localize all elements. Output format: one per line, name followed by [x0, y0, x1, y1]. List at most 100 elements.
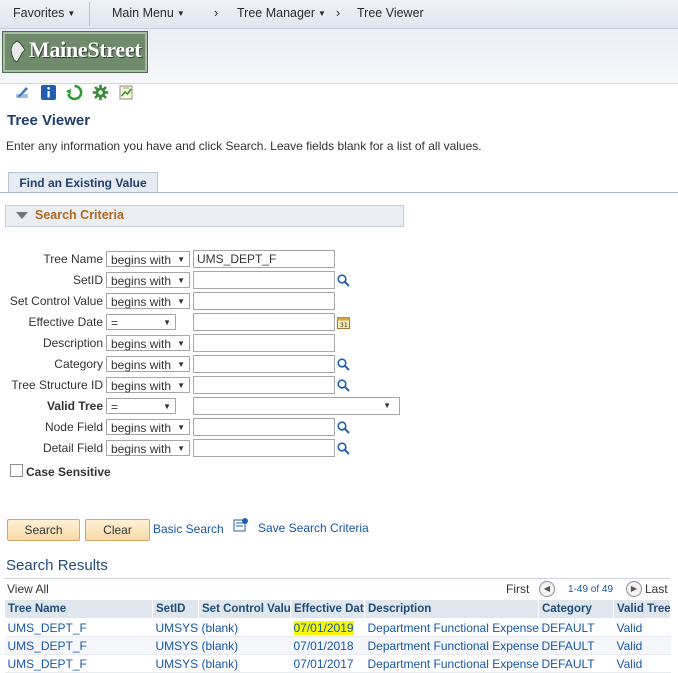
save-search-icon[interactable]: [233, 517, 249, 533]
column-header-effective-date[interactable]: Effective Date: [290, 599, 365, 619]
detail-field-label: Detail Field: [42, 441, 103, 455]
node-field-input[interactable]: [193, 418, 335, 436]
maine-map-icon: [10, 40, 26, 63]
column-header-setid[interactable]: SetID: [152, 599, 199, 619]
cell-set-control-value[interactable]: (blank): [198, 618, 291, 637]
cell-effective-date[interactable]: 07/01/2019: [290, 618, 365, 637]
search-button[interactable]: Search: [7, 519, 80, 541]
setid-input[interactable]: [193, 271, 335, 289]
detail-field-operator-select[interactable]: begins with ▼: [106, 440, 190, 456]
favorites-menu[interactable]: Favorites ▼: [13, 6, 75, 20]
effective-date-operator-select[interactable]: = ▼: [106, 314, 176, 330]
search-criteria-label: Search Criteria: [35, 208, 124, 222]
lookup-search-icon[interactable]: [337, 442, 350, 455]
edit-pencil-icon[interactable]: [14, 84, 31, 101]
clear-button[interactable]: Clear: [85, 519, 150, 541]
column-header-category[interactable]: Category: [538, 599, 614, 619]
cell-effective-date[interactable]: 07/01/2018: [290, 636, 365, 655]
calendar-icon[interactable]: 31: [337, 316, 350, 329]
breadcrumb-separator-icon: ›: [336, 6, 341, 20]
valid-tree-operator-select[interactable]: = ▼: [106, 398, 176, 414]
table-header-row: Tree Name SetID Set Control Value Effect…: [4, 599, 671, 619]
instructions-text: Enter any information you have and click…: [6, 139, 482, 153]
save-search-criteria-link[interactable]: Save Search Criteria: [258, 521, 369, 535]
previous-page-icon[interactable]: ◀: [539, 581, 555, 597]
operator-value: begins with: [111, 379, 172, 393]
refresh-icon[interactable]: [66, 84, 83, 101]
search-results-title: Search Results: [6, 557, 108, 574]
search-criteria-header[interactable]: Search Criteria: [5, 205, 404, 227]
cell-tree-name[interactable]: UMS_DEPT_F: [4, 618, 153, 637]
lookup-search-icon[interactable]: [337, 358, 350, 371]
first-page-label: First: [506, 582, 530, 596]
detail-field-input[interactable]: [193, 439, 335, 457]
valid-tree-value-select[interactable]: ▼: [193, 397, 400, 415]
cell-valid-tree[interactable]: Valid: [613, 618, 671, 637]
gear-icon[interactable]: [92, 84, 109, 101]
cell-description[interactable]: Department Functional Expense: [364, 636, 539, 655]
tab-find-existing-value[interactable]: Find an Existing Value: [8, 172, 158, 193]
category-operator-select[interactable]: begins with ▼: [106, 356, 190, 372]
column-header-set-control-value[interactable]: Set Control Value: [198, 599, 291, 619]
favorites-label: Favorites: [13, 6, 65, 20]
cell-valid-tree[interactable]: Valid: [613, 636, 671, 655]
operator-value: begins with: [111, 442, 172, 456]
chevron-down-icon: ▼: [176, 9, 185, 18]
setid-label: SetID: [72, 273, 103, 287]
description-input[interactable]: [193, 334, 335, 352]
tab-divider: [0, 192, 678, 193]
table-row[interactable]: UMS_DEPT_F UMSYS (blank) 07/01/2019 Depa…: [4, 618, 671, 637]
lookup-search-icon[interactable]: [337, 379, 350, 392]
chevron-down-icon: ▼: [163, 402, 171, 411]
info-icon[interactable]: [40, 84, 57, 101]
results-table: Tree Name SetID Set Control Value Effect…: [4, 599, 671, 673]
setid-operator-select[interactable]: begins with ▼: [106, 272, 190, 288]
breadcrumb-tree-viewer[interactable]: Tree Viewer: [357, 6, 424, 20]
column-header-description[interactable]: Description: [364, 599, 539, 619]
mainestreet-logo[interactable]: MaineStreet: [2, 31, 148, 73]
description-label: Description: [42, 336, 103, 350]
basic-search-link[interactable]: Basic Search: [153, 522, 224, 536]
set-control-value-label: Set Control Value: [9, 294, 103, 308]
lookup-search-icon[interactable]: [337, 421, 350, 434]
column-header-valid-tree[interactable]: Valid Tree: [613, 599, 671, 619]
report-chart-icon[interactable]: [118, 84, 135, 101]
chevron-down-icon: ▼: [177, 423, 185, 432]
set-control-value-input[interactable]: [193, 292, 335, 310]
cell-category[interactable]: DEFAULT: [538, 636, 614, 655]
description-operator-select[interactable]: begins with ▼: [106, 335, 190, 351]
cell-tree-name[interactable]: UMS_DEPT_F: [4, 636, 153, 655]
tree-structure-id-operator-select[interactable]: begins with ▼: [106, 377, 190, 393]
collapse-triangle-icon: [16, 212, 28, 219]
logo-text: MaineStreet: [29, 37, 142, 62]
cell-category[interactable]: DEFAULT: [538, 618, 614, 637]
tree-structure-id-input[interactable]: [193, 376, 335, 394]
cell-setid[interactable]: UMSYS: [152, 636, 199, 655]
operator-value: begins with: [111, 295, 172, 309]
tree-name-operator-select[interactable]: begins with ▼: [106, 251, 190, 267]
svg-text:31: 31: [340, 322, 348, 329]
cell-setid[interactable]: UMSYS: [152, 618, 199, 637]
lookup-search-icon[interactable]: [337, 274, 350, 287]
chevron-down-icon: ▼: [177, 297, 185, 306]
tree-name-input[interactable]: UMS_DEPT_F: [193, 250, 335, 268]
node-field-operator-select[interactable]: begins with ▼: [106, 419, 190, 435]
table-row[interactable]: UMS_DEPT_F UMSYS (blank) 07/01/2018 Depa…: [4, 636, 671, 655]
cell-set-control-value[interactable]: (blank): [198, 636, 291, 655]
operator-value: begins with: [111, 337, 172, 351]
top-nav-bar: Favorites ▼ Main Menu ▼ › Tree Manager ▼ › …: [0, 0, 678, 29]
effective-date-input[interactable]: [193, 313, 335, 331]
category-input[interactable]: [193, 355, 335, 373]
main-menu[interactable]: Main Menu ▼: [112, 6, 185, 20]
cell-description[interactable]: Department Functional Expense: [364, 618, 539, 637]
case-sensitive-label: Case Sensitive: [26, 465, 111, 479]
operator-value: begins with: [111, 274, 172, 288]
column-header-tree-name[interactable]: Tree Name: [4, 599, 153, 619]
chevron-down-icon: ▼: [177, 381, 185, 390]
set-control-value-operator-select[interactable]: begins with ▼: [106, 293, 190, 309]
chevron-down-icon: ▼: [177, 360, 185, 369]
breadcrumb-tree-manager[interactable]: Tree Manager ▼: [237, 6, 326, 20]
last-page-label: Last: [645, 582, 668, 596]
case-sensitive-checkbox[interactable]: [10, 464, 23, 477]
next-page-icon[interactable]: ▶: [626, 581, 642, 597]
